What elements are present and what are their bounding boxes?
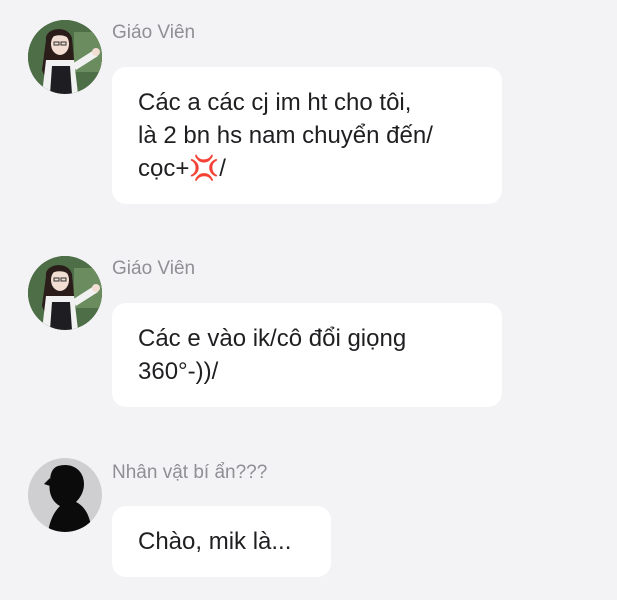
teacher-portrait-icon bbox=[28, 20, 102, 94]
message-text: 360°-))/ bbox=[138, 358, 219, 385]
message-text: là 2 bn hs nam chuyển đến/ bbox=[138, 122, 433, 149]
sender-name: Nhân vật bí ẩn??? bbox=[112, 462, 268, 483]
message-text: Chào, mik là... bbox=[138, 528, 292, 555]
teacher-avatar[interactable] bbox=[28, 20, 102, 94]
silhouette-avatar[interactable] bbox=[28, 458, 102, 532]
message-text: Các e vào ik/cô đổi giọng bbox=[138, 325, 407, 352]
teacher-avatar[interactable] bbox=[28, 256, 102, 330]
message-bubble[interactable]: Các a các cj im ht cho tôi, là 2 bn hs n… bbox=[112, 67, 502, 204]
message-bubble[interactable]: Các e vào ik/cô đổi giọng 360°-))/ bbox=[112, 303, 502, 407]
teacher-portrait-icon bbox=[28, 256, 102, 330]
message-text: cọc+💢/ bbox=[138, 155, 226, 182]
message-text: Các a các cj im ht cho tôi, bbox=[138, 89, 412, 116]
sender-name: Giáo Viên bbox=[112, 258, 196, 279]
message-bubble[interactable]: Chào, mik là... bbox=[112, 506, 331, 577]
silhouette-icon bbox=[28, 458, 102, 532]
sender-name: Giáo Viên bbox=[112, 22, 196, 43]
